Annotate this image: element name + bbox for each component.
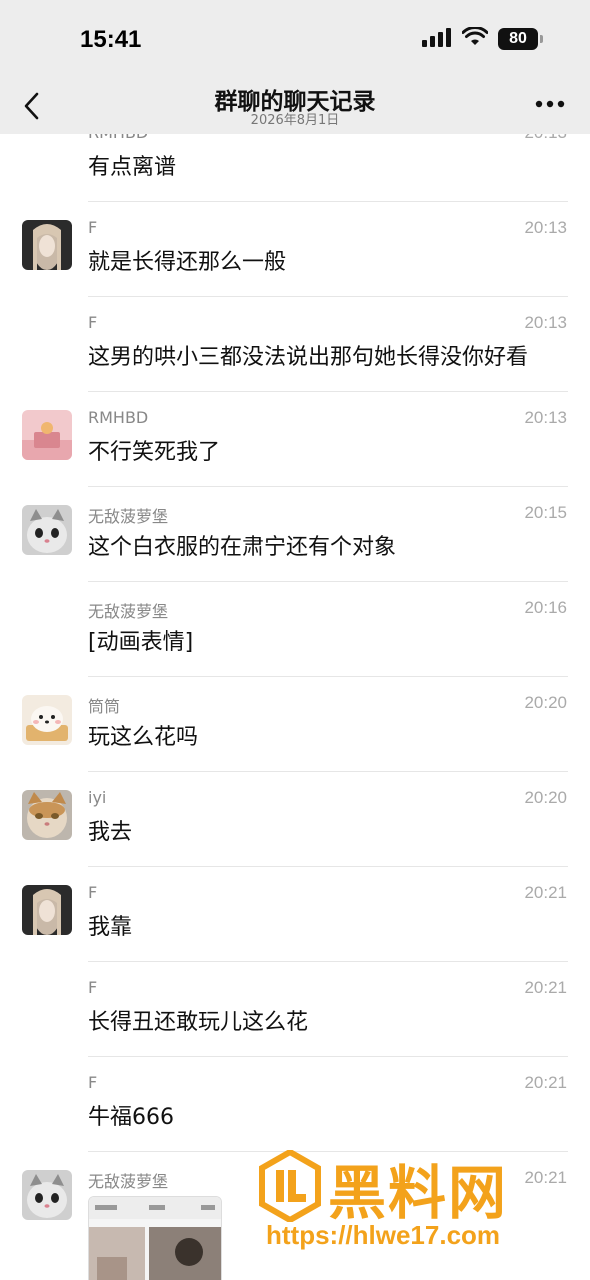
nav-bar: 群聊的聊天记录 2026年8月1日 (0, 80, 590, 134)
message-time: 20:13 (524, 408, 567, 427)
message-text: [动画表情] (88, 630, 194, 655)
avatar[interactable] (22, 505, 72, 555)
message-item[interactable]: F 20:13 就是长得还那么一般 (0, 202, 590, 297)
message-item[interactable]: F 20:21 长得丑还敢玩儿这么花 (0, 962, 590, 1057)
message-item[interactable]: F 20:21 我靠 (0, 867, 590, 962)
watermark-logo-icon (259, 1150, 321, 1222)
message-time: 20:13 (524, 134, 567, 143)
chat-record-list: RMHBD 20:13 有点离谱 F 20:13 就是长得还那么一般 F 20:… (0, 134, 590, 1280)
sender-name: F (88, 218, 98, 237)
avatar[interactable] (22, 885, 72, 935)
sender-name: F (88, 313, 98, 332)
avatar[interactable] (22, 790, 72, 840)
message-item[interactable]: 筒筒 20:20 玩这么花吗 (0, 677, 590, 772)
more-button[interactable] (534, 90, 566, 118)
sender-name: RMHBD (88, 134, 148, 142)
avatar[interactable] (22, 1170, 72, 1220)
cellular-signal-icon (422, 27, 452, 51)
battery-icon: 80 (498, 28, 543, 50)
sender-name: 无敌菠萝堡 (88, 1172, 169, 1191)
message-text: 我去 (88, 820, 133, 845)
avatar[interactable] (22, 220, 72, 270)
message-text: 玩这么花吗 (88, 725, 199, 750)
watermark-brand: 黑料网 (328, 1159, 509, 1227)
message-text: 就是长得还那么一般 (88, 250, 287, 275)
avatar[interactable] (22, 695, 72, 745)
image-thumbnail[interactable] (88, 1196, 222, 1280)
sender-name: F (88, 1073, 98, 1092)
message-item[interactable]: F 20:13 这男的哄小三都没法说出那句她长得没你好看 (0, 297, 590, 392)
message-item[interactable]: RMHBD 20:13 有点离谱 (0, 134, 590, 202)
more-dots-icon (535, 100, 565, 108)
message-time: 20:20 (524, 788, 567, 807)
message-item[interactable]: F 20:21 牛福666 (0, 1057, 590, 1152)
message-time: 20:16 (524, 598, 567, 617)
sender-name: 无敌菠萝堡 (88, 507, 169, 526)
message-text: 不行笑死我了 (88, 440, 221, 465)
message-item[interactable]: 无敌菠萝堡 20:16 [动画表情] (0, 582, 590, 677)
message-time: 20:15 (524, 503, 567, 522)
status-time: 15:41 (80, 26, 142, 53)
message-time: 20:21 (524, 1073, 567, 1092)
message-time: 20:13 (524, 313, 567, 332)
sender-name: F (88, 978, 98, 997)
sender-name: iyi (88, 788, 107, 807)
status-bar: 15:41 80 (0, 0, 590, 80)
sender-name: 筒筒 (88, 697, 121, 716)
message-text: 这个白衣服的在肃宁还有个对象 (88, 535, 397, 560)
message-item[interactable]: RMHBD 20:13 不行笑死我了 (0, 392, 590, 487)
message-time: 20:21 (524, 883, 567, 902)
status-icons: 80 (422, 26, 543, 51)
message-item[interactable]: iyi 20:20 我去 (0, 772, 590, 867)
watermark-url: https://hlwe17.com (266, 1220, 501, 1250)
message-time: 20:20 (524, 693, 567, 712)
message-item[interactable]: 无敌菠萝堡 20:15 这个白衣服的在肃宁还有个对象 (0, 487, 590, 582)
avatar[interactable] (22, 410, 72, 460)
sender-name: RMHBD (88, 408, 149, 427)
message-text: 我靠 (88, 915, 133, 940)
page-subtitle: 2026年8月1日 (250, 113, 340, 128)
message-text: 有点离谱 (88, 155, 177, 180)
sender-name: 无敌菠萝堡 (88, 602, 169, 621)
watermark: 黑料网 https://hlwe17.com (258, 1146, 578, 1260)
message-text: 这男的哄小三都没法说出那句她长得没你好看 (88, 345, 529, 370)
message-text: 长得丑还敢玩儿这么花 (88, 1010, 309, 1035)
sender-name: F (88, 883, 98, 902)
message-text: 牛福666 (88, 1105, 174, 1130)
wifi-icon (461, 26, 489, 51)
message-time: 20:21 (524, 978, 567, 997)
message-time: 20:13 (524, 218, 567, 237)
